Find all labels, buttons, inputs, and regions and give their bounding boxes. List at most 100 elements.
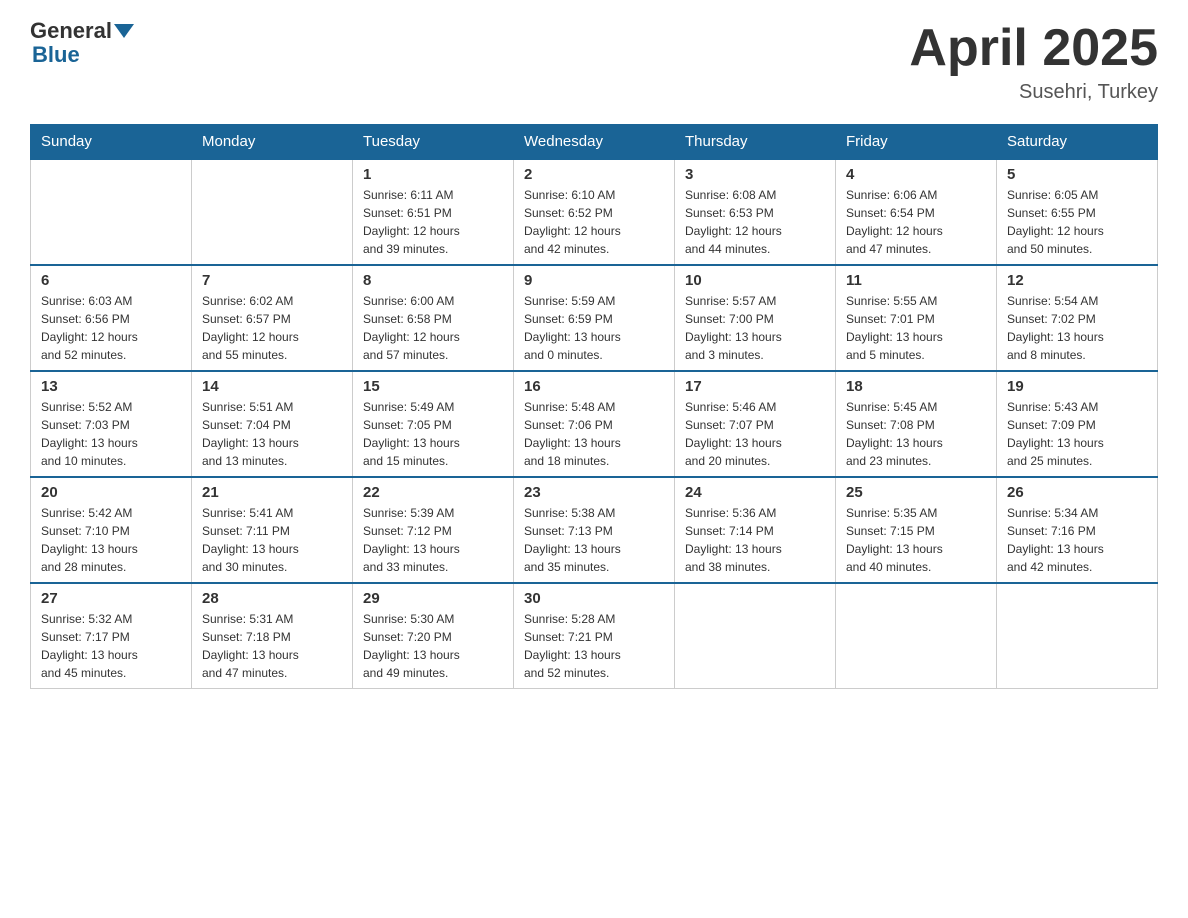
day-number: 28 <box>202 590 342 607</box>
calendar-cell: 12 Sunrise: 5:54 AM Sunset: 7:02 PM Dayli… <box>997 265 1158 371</box>
calendar-week-5: 27 Sunrise: 5:32 AM Sunset: 7:17 PM Dayli… <box>31 583 1158 689</box>
day-info: Sunrise: 5:54 AM Sunset: 7:02 PM Dayligh… <box>1007 292 1147 364</box>
day-number: 7 <box>202 272 342 289</box>
day-number: 16 <box>524 378 664 395</box>
calendar-cell: 22Sunrise: 5:39 AM Sunset: 7:12 PM Dayli… <box>353 477 514 583</box>
day-number: 30 <box>524 590 664 607</box>
day-number: 19 <box>1007 378 1147 395</box>
calendar-cell: 30Sunrise: 5:28 AM Sunset: 7:21 PM Dayli… <box>514 583 675 689</box>
title-section: April 2025 Susehri, Turkey <box>909 20 1158 104</box>
day-info: Sunrise: 5:34 AM Sunset: 7:16 PM Dayligh… <box>1007 504 1147 576</box>
logo-general-text: General <box>30 20 112 42</box>
calendar-cell <box>675 583 836 689</box>
calendar-cell: 6Sunrise: 6:03 AM Sunset: 6:56 PM Daylig… <box>31 265 192 371</box>
day-info: Sunrise: 5:32 AM Sunset: 7:17 PM Dayligh… <box>41 610 181 682</box>
day-number: 4 <box>846 166 986 183</box>
calendar-cell <box>836 583 997 689</box>
day-number: 17 <box>685 378 825 395</box>
calendar-cell: 20 Sunrise: 5:42 AM Sunset: 7:10 PM Dayli… <box>31 477 192 583</box>
day-info: Sunrise: 5:55 AM Sunset: 7:01 PM Dayligh… <box>846 292 986 364</box>
calendar-cell: 21 Sunrise: 5:41 AM Sunset: 7:11 PM Dayli… <box>192 477 353 583</box>
calendar-cell: 13 Sunrise: 5:52 AM Sunset: 7:03 PM Dayli… <box>31 371 192 477</box>
calendar-week-3: 13 Sunrise: 5:52 AM Sunset: 7:03 PM Dayli… <box>31 371 1158 477</box>
calendar-cell: 3 Sunrise: 6:08 AM Sunset: 6:53 PM Daylig… <box>675 159 836 265</box>
day-info: Sunrise: 5:45 AM Sunset: 7:08 PM Dayligh… <box>846 398 986 470</box>
calendar-cell: 16Sunrise: 5:48 AM Sunset: 7:06 PM Dayli… <box>514 371 675 477</box>
calendar-cell: 5 Sunrise: 6:05 AM Sunset: 6:55 PM Daylig… <box>997 159 1158 265</box>
weekday-header-tuesday: Tuesday <box>353 125 514 160</box>
day-info: Sunrise: 5:46 AM Sunset: 7:07 PM Dayligh… <box>685 398 825 470</box>
day-number: 18 <box>846 378 986 395</box>
weekday-header-wednesday: Wednesday <box>514 125 675 160</box>
day-info: Sunrise: 5:35 AM Sunset: 7:15 PM Dayligh… <box>846 504 986 576</box>
day-number: 29 <box>363 590 503 607</box>
day-number: 14 <box>202 378 342 395</box>
calendar-cell: 23 Sunrise: 5:38 AM Sunset: 7:13 PM Dayli… <box>514 477 675 583</box>
calendar-week-2: 6Sunrise: 6:03 AM Sunset: 6:56 PM Daylig… <box>31 265 1158 371</box>
calendar-cell: 4Sunrise: 6:06 AM Sunset: 6:54 PM Daylig… <box>836 159 997 265</box>
calendar-cell: 27 Sunrise: 5:32 AM Sunset: 7:17 PM Dayli… <box>31 583 192 689</box>
weekday-header-saturday: Saturday <box>997 125 1158 160</box>
calendar-cell: 15 Sunrise: 5:49 AM Sunset: 7:05 PM Dayli… <box>353 371 514 477</box>
weekday-header-monday: Monday <box>192 125 353 160</box>
day-number: 2 <box>524 166 664 183</box>
day-info: Sunrise: 6:03 AM Sunset: 6:56 PM Dayligh… <box>41 292 181 364</box>
calendar-cell <box>997 583 1158 689</box>
calendar-cell: 9 Sunrise: 5:59 AM Sunset: 6:59 PM Daylig… <box>514 265 675 371</box>
day-info: Sunrise: 5:38 AM Sunset: 7:13 PM Dayligh… <box>524 504 664 576</box>
weekday-header-sunday: Sunday <box>31 125 192 160</box>
calendar-cell: 17 Sunrise: 5:46 AM Sunset: 7:07 PM Dayli… <box>675 371 836 477</box>
day-number: 26 <box>1007 484 1147 501</box>
calendar-cell: 1Sunrise: 6:11 AM Sunset: 6:51 PM Daylig… <box>353 159 514 265</box>
logo-blue-text: Blue <box>32 42 80 67</box>
day-number: 11 <box>846 272 986 289</box>
day-info: Sunrise: 5:39 AM Sunset: 7:12 PM Dayligh… <box>363 504 503 576</box>
calendar-week-1: 1Sunrise: 6:11 AM Sunset: 6:51 PM Daylig… <box>31 159 1158 265</box>
day-number: 5 <box>1007 166 1147 183</box>
calendar-cell <box>192 159 353 265</box>
day-number: 23 <box>524 484 664 501</box>
day-info: Sunrise: 5:59 AM Sunset: 6:59 PM Dayligh… <box>524 292 664 364</box>
day-info: Sunrise: 5:51 AM Sunset: 7:04 PM Dayligh… <box>202 398 342 470</box>
day-number: 10 <box>685 272 825 289</box>
calendar-cell: 7 Sunrise: 6:02 AM Sunset: 6:57 PM Daylig… <box>192 265 353 371</box>
day-number: 25 <box>846 484 986 501</box>
calendar-cell: 19 Sunrise: 5:43 AM Sunset: 7:09 PM Dayli… <box>997 371 1158 477</box>
calendar-cell: 26 Sunrise: 5:34 AM Sunset: 7:16 PM Dayli… <box>997 477 1158 583</box>
day-info: Sunrise: 5:57 AM Sunset: 7:00 PM Dayligh… <box>685 292 825 364</box>
calendar-cell: 28 Sunrise: 5:31 AM Sunset: 7:18 PM Dayli… <box>192 583 353 689</box>
day-info: Sunrise: 5:30 AM Sunset: 7:20 PM Dayligh… <box>363 610 503 682</box>
day-number: 12 <box>1007 272 1147 289</box>
day-info: Sunrise: 5:42 AM Sunset: 7:10 PM Dayligh… <box>41 504 181 576</box>
day-info: Sunrise: 6:08 AM Sunset: 6:53 PM Dayligh… <box>685 186 825 258</box>
day-number: 24 <box>685 484 825 501</box>
day-info: Sunrise: 6:05 AM Sunset: 6:55 PM Dayligh… <box>1007 186 1147 258</box>
day-info: Sunrise: 5:49 AM Sunset: 7:05 PM Dayligh… <box>363 398 503 470</box>
day-number: 27 <box>41 590 181 607</box>
calendar-cell: 2Sunrise: 6:10 AM Sunset: 6:52 PM Daylig… <box>514 159 675 265</box>
day-number: 20 <box>41 484 181 501</box>
day-info: Sunrise: 6:00 AM Sunset: 6:58 PM Dayligh… <box>363 292 503 364</box>
day-number: 13 <box>41 378 181 395</box>
day-number: 15 <box>363 378 503 395</box>
day-info: Sunrise: 5:36 AM Sunset: 7:14 PM Dayligh… <box>685 504 825 576</box>
page-title: April 2025 <box>909 20 1158 77</box>
logo-triangle-icon <box>114 24 134 38</box>
calendar-cell: 18 Sunrise: 5:45 AM Sunset: 7:08 PM Dayli… <box>836 371 997 477</box>
calendar-cell: 8Sunrise: 6:00 AM Sunset: 6:58 PM Daylig… <box>353 265 514 371</box>
day-info: Sunrise: 5:43 AM Sunset: 7:09 PM Dayligh… <box>1007 398 1147 470</box>
day-number: 3 <box>685 166 825 183</box>
day-number: 9 <box>524 272 664 289</box>
day-number: 21 <box>202 484 342 501</box>
day-info: Sunrise: 5:41 AM Sunset: 7:11 PM Dayligh… <box>202 504 342 576</box>
weekday-header-thursday: Thursday <box>675 125 836 160</box>
calendar-cell: 11 Sunrise: 5:55 AM Sunset: 7:01 PM Dayli… <box>836 265 997 371</box>
page-header: General Blue April 2025 Susehri, Turkey <box>30 20 1158 104</box>
calendar-cell: 14 Sunrise: 5:51 AM Sunset: 7:04 PM Dayli… <box>192 371 353 477</box>
day-info: Sunrise: 5:31 AM Sunset: 7:18 PM Dayligh… <box>202 610 342 682</box>
day-info: Sunrise: 5:52 AM Sunset: 7:03 PM Dayligh… <box>41 398 181 470</box>
day-info: Sunrise: 6:02 AM Sunset: 6:57 PM Dayligh… <box>202 292 342 364</box>
calendar-cell: 25 Sunrise: 5:35 AM Sunset: 7:15 PM Dayli… <box>836 477 997 583</box>
calendar-table: SundayMondayTuesdayWednesdayThursdayFrid… <box>30 124 1158 689</box>
weekday-header-friday: Friday <box>836 125 997 160</box>
